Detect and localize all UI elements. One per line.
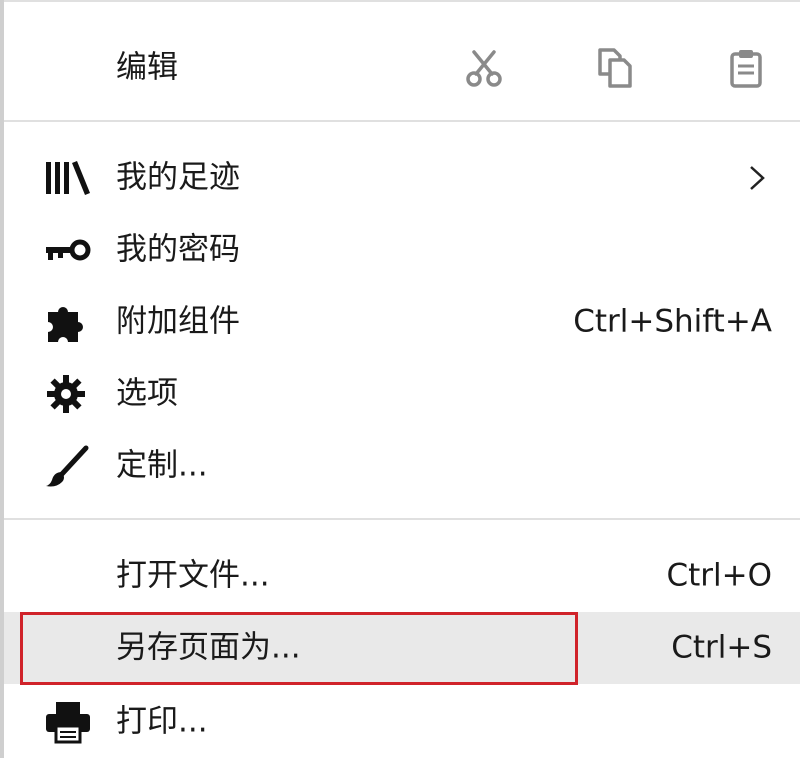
key-icon bbox=[42, 228, 94, 272]
menu-item-customize[interactable]: 定制... bbox=[4, 430, 800, 502]
library-icon bbox=[42, 156, 94, 200]
menu-item-label: 我的足迹 bbox=[116, 159, 240, 196]
menu-item-label: 另存页面为... bbox=[116, 629, 301, 666]
menu-item-label: 定制... bbox=[116, 447, 208, 484]
copy-button[interactable] bbox=[586, 40, 642, 96]
menu-item-label: 我的密码 bbox=[116, 231, 240, 268]
shortcut-text: Ctrl+S bbox=[671, 629, 772, 666]
separator-1 bbox=[4, 120, 800, 122]
menu-item-label: 选项 bbox=[116, 375, 178, 412]
puzzle-icon bbox=[42, 300, 94, 344]
menu-item-label: 附加组件 bbox=[116, 303, 240, 340]
menu-item-options[interactable]: 选项 bbox=[4, 358, 800, 430]
paste-button[interactable] bbox=[718, 40, 774, 96]
scissors-icon bbox=[466, 50, 502, 87]
app-menu: 编辑 我的足迹 我的密码 附加组件 Ctrl+Shift+A 选项 定制... … bbox=[0, 0, 800, 758]
menu-item-save-page-as[interactable]: 另存页面为... Ctrl+S bbox=[4, 612, 800, 684]
shortcut-text: Ctrl+O bbox=[666, 557, 772, 594]
menu-item-passwords[interactable]: 我的密码 bbox=[4, 214, 800, 286]
menu-item-print[interactable]: 打印... bbox=[4, 686, 800, 758]
shortcut-text: Ctrl+Shift+A bbox=[573, 303, 772, 340]
menu-item-label: 打印... bbox=[116, 703, 208, 740]
edit-row: 编辑 bbox=[4, 32, 800, 104]
separator-2 bbox=[4, 518, 800, 520]
top-separator bbox=[4, 0, 800, 2]
edit-label: 编辑 bbox=[116, 49, 178, 86]
printer-icon bbox=[42, 700, 94, 744]
paintbrush-icon bbox=[42, 444, 94, 488]
cut-button[interactable] bbox=[456, 40, 512, 96]
menu-item-label: 打开文件... bbox=[116, 557, 270, 594]
chevron-right-icon bbox=[748, 164, 766, 192]
menu-item-history[interactable]: 我的足迹 bbox=[4, 142, 800, 214]
menu-item-addons[interactable]: 附加组件 Ctrl+Shift+A bbox=[4, 286, 800, 358]
copy-icon bbox=[598, 48, 632, 88]
gear-icon bbox=[42, 372, 94, 416]
clipboard-icon bbox=[730, 50, 762, 88]
menu-item-open-file[interactable]: 打开文件... Ctrl+O bbox=[4, 540, 800, 612]
